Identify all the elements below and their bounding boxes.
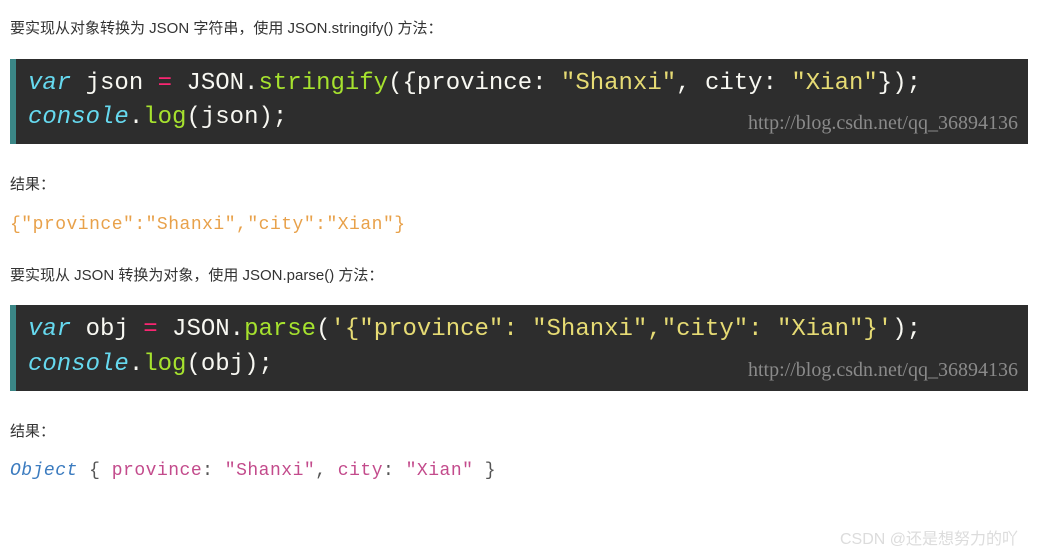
semicolon: ; — [907, 316, 921, 343]
comma: , — [676, 70, 705, 97]
page-watermark: CSDN @还是想努力的吖 — [840, 525, 1018, 549]
obj-val: "Shanxi" — [225, 461, 315, 481]
intro-stringify: 要实现从对象转换为 JSON 字符串，使用 JSON.stringify() 方… — [10, 18, 1028, 41]
semicolon: ; — [907, 70, 921, 97]
obj-val: "Xian" — [406, 461, 474, 481]
string-literal: '{"province": "Shanxi","city": "Xian"}' — [330, 316, 892, 343]
paren-open: ( — [316, 316, 330, 343]
obj-key: province — [112, 461, 202, 481]
brace: { — [89, 461, 112, 481]
method-log: log — [143, 351, 186, 378]
string-literal: "Shanxi" — [561, 70, 676, 97]
arg: json — [201, 104, 259, 131]
console-obj: console — [28, 351, 129, 378]
dot: . — [129, 351, 143, 378]
colon: : — [763, 70, 792, 97]
brace-open: { — [402, 70, 416, 97]
paren-open: ( — [186, 351, 200, 378]
colon: : — [202, 461, 225, 481]
paren-close: ) — [244, 351, 258, 378]
arg: obj — [201, 351, 244, 378]
semicolon: ; — [273, 104, 287, 131]
brace: } — [473, 461, 496, 481]
colon: : — [532, 70, 561, 97]
operator-eq: = — [129, 316, 172, 343]
var-name: obj — [86, 316, 129, 343]
result-label: 结果： — [10, 421, 1028, 444]
method-parse: parse — [244, 316, 316, 343]
brace-close: } — [878, 70, 892, 97]
keyword-var: var — [28, 70, 86, 97]
result-label: 结果： — [10, 174, 1028, 197]
method-stringify: stringify — [258, 70, 388, 97]
paren-open: ( — [388, 70, 402, 97]
paren-close: ) — [892, 70, 906, 97]
colon: : — [383, 461, 406, 481]
string-literal: "Xian" — [791, 70, 877, 97]
dot: . — [129, 104, 143, 131]
paren-open: ( — [186, 104, 200, 131]
json-class: JSON — [186, 70, 244, 97]
console-obj: console — [28, 104, 129, 131]
keyword-var: var — [28, 316, 86, 343]
paren-close: ) — [892, 316, 906, 343]
code-block-parse: var obj = JSON.parse('{"province": "Shan… — [10, 305, 1028, 391]
code-watermark: http://blog.csdn.net/qq_36894136 — [748, 356, 1018, 385]
obj-key: city — [338, 461, 383, 481]
semicolon: ; — [258, 351, 272, 378]
code-watermark: http://blog.csdn.net/qq_36894136 — [748, 109, 1018, 138]
intro-parse: 要实现从 JSON 转换为对象，使用 JSON.parse() 方法： — [10, 265, 1028, 288]
method-log: log — [143, 104, 186, 131]
obj-key: city — [705, 70, 763, 97]
dot: . — [244, 70, 258, 97]
obj-key: province — [417, 70, 532, 97]
dot: . — [230, 316, 244, 343]
output-object: Object { province: "Shanxi", city: "Xian… — [10, 461, 1028, 481]
comma: , — [315, 461, 338, 481]
operator-eq: = — [143, 70, 186, 97]
code-block-stringify: var json = JSON.stringify({province: "Sh… — [10, 59, 1028, 145]
paren-close: ) — [258, 104, 272, 131]
var-name: json — [86, 70, 144, 97]
output-json-string: {"province":"Shanxi","city":"Xian"} — [10, 215, 1028, 235]
output-type: Object — [10, 461, 89, 481]
json-class: JSON — [172, 316, 230, 343]
